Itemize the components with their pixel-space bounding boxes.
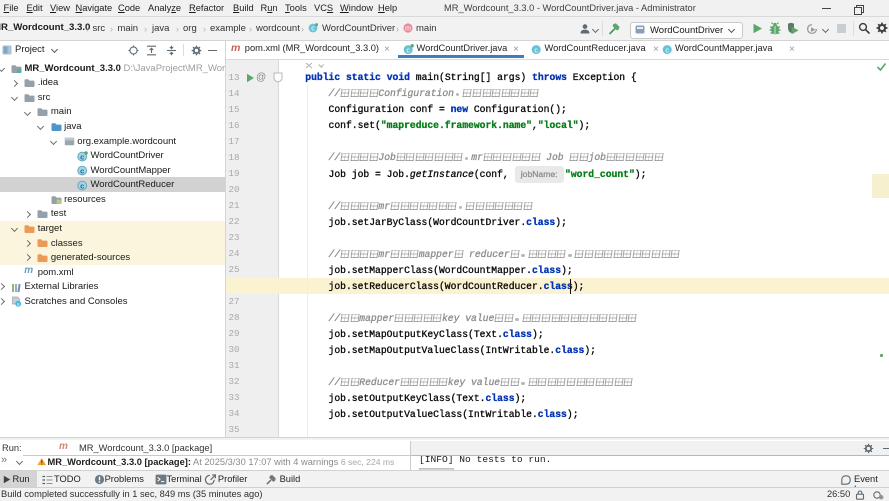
svg-text:c: c — [80, 181, 84, 190]
svg-text:c: c — [665, 45, 669, 54]
svg-text:m: m — [405, 26, 411, 33]
svg-text:s: s — [17, 302, 20, 307]
svg-text:c: c — [80, 166, 84, 175]
svg-text:c: c — [406, 45, 410, 54]
svg-text:c: c — [534, 45, 538, 54]
svg-text:c: c — [80, 152, 84, 161]
svg-text:c: c — [311, 26, 315, 33]
